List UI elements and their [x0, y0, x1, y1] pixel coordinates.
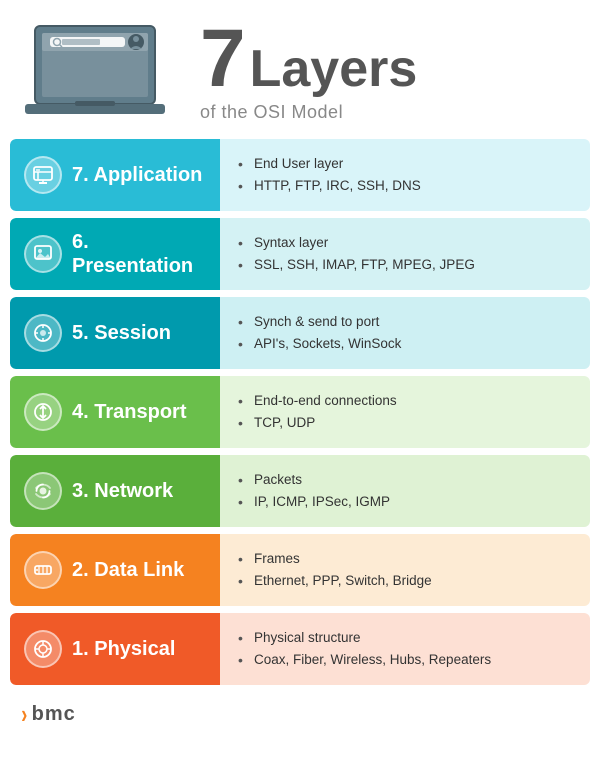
layer-row: 5. Session Synch & send to port API's, S…: [10, 297, 590, 369]
layer-7-icon: [24, 156, 62, 194]
layer-left-2: 2. Data Link: [10, 534, 220, 606]
bmc-logo: › bmc: [20, 701, 76, 727]
layer-2-bullet2: Ethernet, PPP, Switch, Bridge: [238, 570, 572, 592]
layer-2-icon: [24, 551, 62, 589]
layer-left-5: 5. Session: [10, 297, 220, 369]
title-block: 7 Layers of the OSI Model: [200, 18, 417, 123]
layer-3-bullet1: Packets: [238, 469, 572, 491]
title-layers: Layers: [250, 43, 418, 95]
layer-7-bullet1: End User layer: [238, 153, 572, 175]
layer-3-name: 3. Network: [72, 479, 173, 503]
layer-row: 3. Network Packets IP, ICMP, IPSec, IGMP: [10, 455, 590, 527]
layer-1-details: Physical structure Coax, Fiber, Wireless…: [220, 613, 590, 685]
layer-1-bullet1: Physical structure: [238, 627, 572, 649]
layer-row: 4. Transport End-to-end connections TCP,…: [10, 376, 590, 448]
layer-3-bullet2: IP, ICMP, IPSec, IGMP: [238, 491, 572, 513]
layer-6-name: 6. Presentation: [72, 230, 206, 278]
layer-left-6: 6. Presentation: [10, 218, 220, 290]
page-footer: › bmc: [0, 691, 600, 741]
layers-container: 7. Application End User layer HTTP, FTP,…: [0, 133, 600, 691]
layer-row: 1. Physical Physical structure Coax, Fib…: [10, 613, 590, 685]
layer-row: 7. Application End User layer HTTP, FTP,…: [10, 139, 590, 211]
layer-5-details: Synch & send to port API's, Sockets, Win…: [220, 297, 590, 369]
bmc-brand-text: bmc: [32, 703, 76, 726]
layer-row: 6. Presentation Syntax layer SSL, SSH, I…: [10, 218, 590, 290]
layer-2-name: 2. Data Link: [72, 558, 184, 582]
layer-6-bullet1: Syntax layer: [238, 232, 572, 254]
bmc-chevron-icon: ›: [21, 701, 27, 727]
laptop-illustration: [20, 21, 180, 121]
layer-left-7: 7. Application: [10, 139, 220, 211]
layer-4-bullet1: End-to-end connections: [238, 390, 572, 412]
layer-left-3: 3. Network: [10, 455, 220, 527]
layer-1-icon: [24, 630, 62, 668]
layer-4-details: End-to-end connections TCP, UDP: [220, 376, 590, 448]
layer-2-bullet1: Frames: [238, 548, 572, 570]
layer-4-name: 4. Transport: [72, 400, 187, 424]
layer-left-4: 4. Transport: [10, 376, 220, 448]
layer-4-bullet2: TCP, UDP: [238, 412, 572, 434]
page-header: 7 Layers of the OSI Model: [0, 0, 600, 133]
layer-2-details: Frames Ethernet, PPP, Switch, Bridge: [220, 534, 590, 606]
title-subtitle: of the OSI Model: [200, 102, 417, 123]
layer-7-bullet2: HTTP, FTP, IRC, SSH, DNS: [238, 175, 572, 197]
layer-4-icon: [24, 393, 62, 431]
layer-1-bullet2: Coax, Fiber, Wireless, Hubs, Repeaters: [238, 649, 572, 671]
layer-3-details: Packets IP, ICMP, IPSec, IGMP: [220, 455, 590, 527]
layer-6-icon: [24, 235, 62, 273]
layer-6-details: Syntax layer SSL, SSH, IMAP, FTP, MPEG, …: [220, 218, 590, 290]
layer-5-bullet1: Synch & send to port: [238, 311, 572, 333]
layer-3-icon: [24, 472, 62, 510]
layer-1-name: 1. Physical: [72, 637, 175, 661]
layer-5-icon: [24, 314, 62, 352]
layer-6-bullet2: SSL, SSH, IMAP, FTP, MPEG, JPEG: [238, 254, 572, 276]
layer-row: 2. Data Link Frames Ethernet, PPP, Switc…: [10, 534, 590, 606]
layer-5-name: 5. Session: [72, 321, 171, 345]
layer-7-details: End User layer HTTP, FTP, IRC, SSH, DNS: [220, 139, 590, 211]
layer-7-name: 7. Application: [72, 163, 202, 187]
layer-left-1: 1. Physical: [10, 613, 220, 685]
title-number: 7: [200, 18, 246, 100]
layer-5-bullet2: API's, Sockets, WinSock: [238, 333, 572, 355]
